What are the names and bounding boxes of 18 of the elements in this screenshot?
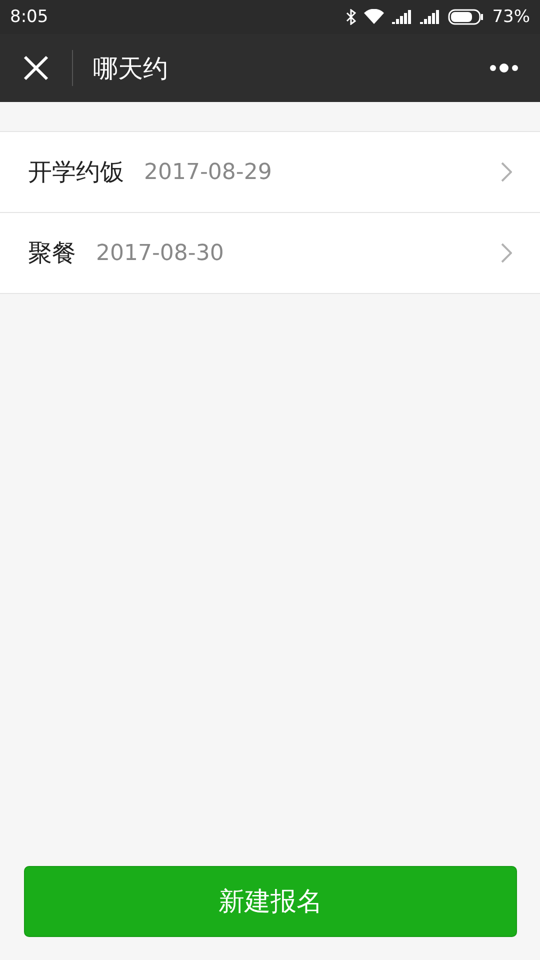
event-name: 聚餐: [28, 238, 76, 269]
chevron-right-icon: [501, 243, 512, 263]
page-title: 哪天约: [93, 52, 168, 84]
wifi-icon: [364, 9, 384, 25]
signal-icon: [392, 10, 412, 24]
event-name: 开学约饭: [28, 157, 124, 188]
bluetooth-icon: [346, 9, 356, 25]
battery-icon: [448, 9, 484, 25]
event-list-item[interactable]: 开学约饭 2017-08-29: [0, 132, 540, 213]
battery-percentage: 73%: [492, 7, 530, 27]
event-date: 2017-08-29: [144, 160, 272, 184]
chevron-right-icon: [501, 162, 512, 182]
status-time: 8:05: [10, 7, 48, 27]
event-date: 2017-08-30: [96, 240, 224, 266]
close-icon: [23, 55, 49, 81]
more-icon: [489, 63, 519, 73]
event-list-item[interactable]: 聚餐 2017-08-30: [0, 213, 540, 294]
signal-icon: [420, 10, 440, 24]
